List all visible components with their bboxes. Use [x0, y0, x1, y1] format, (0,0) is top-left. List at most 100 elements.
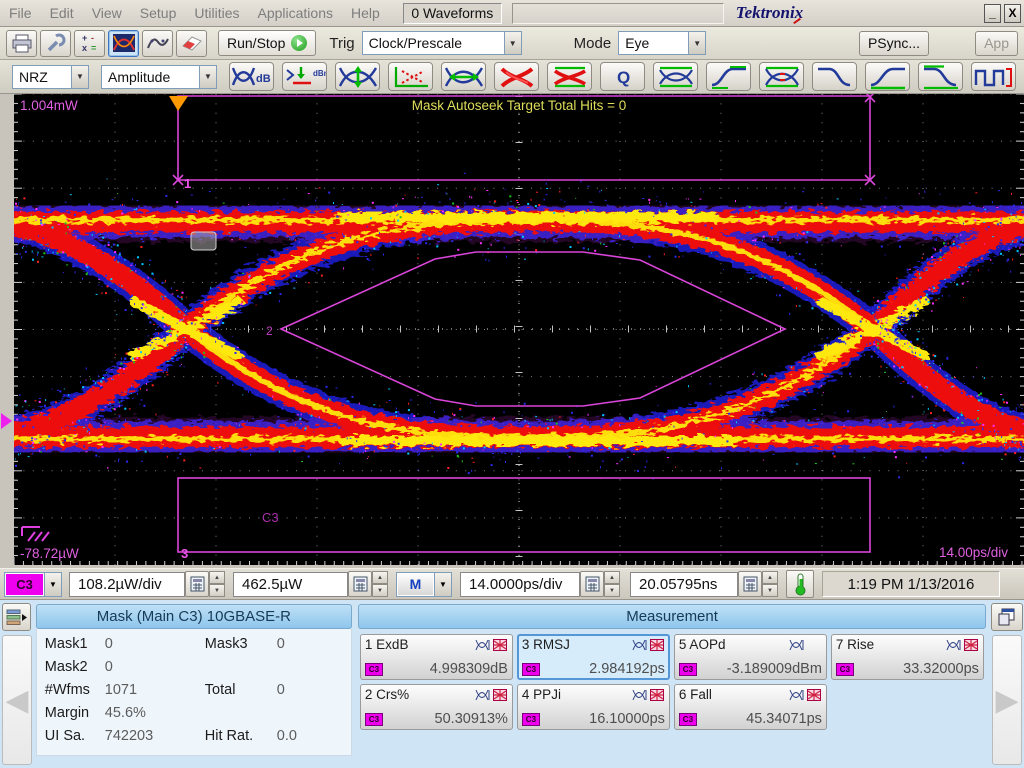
- copy-panel-button[interactable]: [991, 603, 1023, 631]
- extinction-ratio-button[interactable]: dB: [229, 62, 274, 91]
- menu-setup[interactable]: Setup: [131, 5, 186, 21]
- vertical-scale-field[interactable]: 108.2µW/div: [69, 572, 185, 597]
- scroll-right-panel[interactable]: ▶: [992, 635, 1022, 765]
- fall-edge-button[interactable]: [812, 62, 857, 91]
- menu-help[interactable]: Help: [342, 5, 389, 21]
- mask-icon[interactable]: [807, 689, 822, 701]
- vertical-scale-keypad-button[interactable]: [185, 571, 209, 597]
- eye-diagram-icon[interactable]: [789, 639, 804, 651]
- psync-button[interactable]: PSync...: [859, 31, 929, 56]
- measurement-toolbar: NRZ ▼ Amplitude ▼ dB dBm: [0, 60, 1024, 94]
- svg-text:dBm: dBm: [313, 69, 326, 78]
- app-button[interactable]: App: [975, 31, 1018, 56]
- eye-amplitude-button[interactable]: [653, 62, 698, 91]
- measurement-cell-exdb[interactable]: 1 ExdB C3 4.998309dB: [360, 634, 513, 680]
- chevron-down-icon: ▼: [199, 66, 216, 88]
- eye-width-button[interactable]: [441, 62, 486, 91]
- rise-edge-button[interactable]: [706, 62, 751, 91]
- eye-diagram-icon[interactable]: [632, 689, 647, 701]
- measurement-value: 33.32000ps: [903, 661, 979, 677]
- source-badge: C3: [522, 663, 540, 676]
- q-factor-button[interactable]: Q: [600, 62, 645, 91]
- channel-position-marker[interactable]: [1, 413, 12, 429]
- horizontal-position-keypad-button[interactable]: [738, 571, 762, 597]
- measurement-cell-crs[interactable]: 2 Crs% C3 50.30913%: [360, 684, 513, 730]
- horizontal-scale-field[interactable]: 14.0000ps/div: [460, 572, 580, 597]
- measurement-panel-header[interactable]: Measurement: [358, 604, 986, 629]
- horizontal-scale-spinner[interactable]: ▲▼: [604, 571, 620, 597]
- source-badge: C3: [679, 663, 697, 676]
- mask-icon[interactable]: [650, 689, 665, 701]
- tile-display-button[interactable]: + - x =: [74, 30, 105, 57]
- close-button[interactable]: X: [1004, 4, 1021, 23]
- print-button[interactable]: [6, 30, 37, 57]
- mask-icon[interactable]: [964, 639, 979, 651]
- measurement-cell-rmsj[interactable]: 3 RMSJ C3 2.984192ps: [517, 634, 670, 680]
- mask-icon[interactable]: [493, 689, 508, 701]
- timebase-select[interactable]: M ▼: [396, 572, 452, 597]
- vertical-offset-keypad-button[interactable]: [348, 571, 372, 597]
- eye-diagram-icon[interactable]: [632, 639, 647, 651]
- trigger-source-select[interactable]: Clock/Prescale ▼: [362, 31, 522, 55]
- measurement-cell-rise[interactable]: 7 Rise C3 33.32000ps: [831, 634, 984, 680]
- eye-diagram-icon[interactable]: [946, 639, 961, 651]
- overlay-handle[interactable]: [191, 232, 216, 250]
- mask-icon[interactable]: [493, 639, 508, 651]
- horizontal-position-field[interactable]: 20.05795ns: [630, 572, 738, 597]
- eye-height-button[interactable]: [335, 62, 380, 91]
- horizontal-position-spinner[interactable]: ▲▼: [762, 571, 778, 597]
- mask-test-button[interactable]: [108, 30, 139, 57]
- measurement-cell-aopd[interactable]: 5 AOPd C3 -3.189009dBm: [674, 634, 827, 680]
- temperature-button[interactable]: [786, 570, 814, 598]
- q-factor-icon: Q: [602, 64, 644, 90]
- setup-tools-button[interactable]: [40, 30, 71, 57]
- menu-utilities[interactable]: Utilities: [185, 5, 248, 21]
- eye-diagram-icon[interactable]: [475, 639, 490, 651]
- jitter-rms-button[interactable]: [547, 62, 592, 91]
- stat-value: 1071: [105, 682, 205, 698]
- stat-value: 45.6%: [105, 705, 205, 721]
- eye-diagram-icon[interactable]: [789, 689, 804, 701]
- mask-icon[interactable]: [650, 639, 665, 651]
- oma-button[interactable]: dBm: [282, 62, 327, 91]
- measurement-cell-ppji[interactable]: 4 PPJi C3 16.10000ps: [517, 684, 670, 730]
- source-badge: C3: [522, 713, 540, 726]
- mask-panel-header[interactable]: Mask (Main C3) 10GBASE-R: [36, 604, 352, 629]
- fall-time-button[interactable]: [918, 62, 963, 91]
- jitter-pp-button[interactable]: [494, 62, 539, 91]
- signal-format-select[interactable]: NRZ ▼: [12, 65, 89, 89]
- waveform-database-icon: [146, 32, 170, 54]
- waveform-database-button[interactable]: [142, 30, 173, 57]
- menu-applications[interactable]: Applications: [249, 5, 343, 21]
- acquisition-control-bar: C3 ▼ 108.2µW/div ▲▼ 462.5µW ▲▼ M ▼ 14.00…: [0, 568, 1024, 600]
- minimize-button[interactable]: _: [984, 4, 1001, 23]
- measure-category-select[interactable]: Amplitude ▼: [101, 65, 217, 89]
- scroll-left-panel[interactable]: ◀: [2, 635, 32, 765]
- mode-select[interactable]: Eye ▼: [618, 31, 706, 55]
- readout-dock-button[interactable]: [2, 603, 31, 631]
- run-stop-button[interactable]: Run/Stop: [218, 30, 316, 56]
- vertical-scale-spinner[interactable]: ▲▼: [209, 571, 225, 597]
- vertical-offset-field[interactable]: 462.5µW: [233, 572, 348, 597]
- chevron-down-icon: ▼: [44, 573, 61, 596]
- crossing-level-button[interactable]: [388, 62, 433, 91]
- clear-data-button[interactable]: [176, 30, 207, 57]
- rise-time-button[interactable]: [865, 62, 910, 91]
- chevron-down-icon: ▼: [71, 66, 88, 88]
- channel-select[interactable]: C3 ▼: [4, 572, 62, 597]
- vertical-offset-spinner[interactable]: ▲▼: [372, 571, 388, 597]
- measurement-label: 7 Rise: [836, 637, 874, 652]
- svg-text:x: x: [82, 43, 87, 53]
- crossing-percent-button[interactable]: [759, 62, 804, 91]
- menu-edit[interactable]: Edit: [41, 5, 83, 21]
- eye-amplitude-icon: [655, 64, 697, 90]
- menu-file[interactable]: File: [0, 5, 41, 21]
- measurement-cell-fall[interactable]: 6 Fall C3 45.34071ps: [674, 684, 827, 730]
- main-toolbar: + - x = Run/Stop Trig Clock/Prescale ▼ M…: [0, 27, 1024, 60]
- fall-time-icon: [920, 64, 962, 90]
- menu-view[interactable]: View: [83, 5, 131, 21]
- eye-diagram-icon[interactable]: [475, 689, 490, 701]
- horizontal-scale-keypad-button[interactable]: [580, 571, 604, 597]
- burst-width-button[interactable]: [971, 62, 1016, 91]
- trigger-marker[interactable]: [169, 96, 188, 111]
